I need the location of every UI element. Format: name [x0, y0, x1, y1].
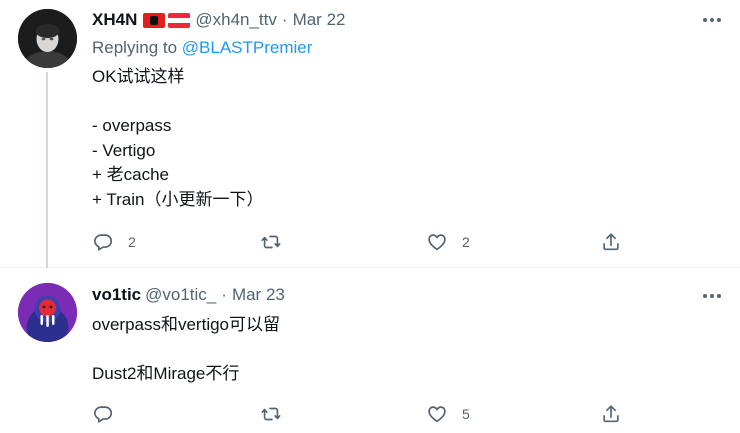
avatar-vo1tic-image — [18, 283, 77, 342]
tweet-date[interactable]: Mar 22 — [293, 10, 346, 30]
reply-bubble-icon — [94, 234, 113, 251]
like-count: 5 — [462, 406, 470, 422]
display-name[interactable]: vo1tic — [92, 285, 141, 305]
retweet-icon — [261, 235, 281, 249]
tweet-actions: 2 2 — [92, 230, 632, 254]
handle[interactable]: @vo1tic_ — [145, 285, 216, 305]
retweet-icon — [261, 407, 281, 421]
reply-count: 2 — [128, 234, 136, 250]
like-button[interactable]: 2 — [426, 230, 470, 254]
display-name[interactable]: XH4N — [92, 10, 137, 30]
more-dots-icon[interactable] — [700, 12, 724, 28]
reply-button[interactable]: 2 — [92, 230, 136, 254]
separator-dot: · — [281, 10, 288, 29]
tweet-header: XH4N @xh4n_ttv · Mar 22 — [92, 9, 345, 31]
avatar[interactable] — [18, 283, 77, 342]
more-dots-icon[interactable] — [700, 288, 724, 304]
tweet-text: OK试试这样 - overpass - Vertigo + 老cache + T… — [92, 67, 264, 209]
heart-icon — [428, 406, 446, 423]
handle[interactable]: @xh4n_ttv — [195, 10, 277, 30]
replying-to-label: Replying to — [92, 38, 182, 57]
austria-flag-icon — [168, 12, 191, 28]
share-icon — [603, 233, 619, 251]
thread-line — [46, 72, 48, 268]
like-count: 2 — [462, 234, 470, 250]
share-icon — [603, 405, 619, 423]
tweet-header: vo1tic @vo1tic_ · Mar 23 — [92, 284, 285, 306]
avatar-xh4n-image — [18, 9, 77, 68]
share-button[interactable] — [600, 402, 622, 426]
avatar[interactable] — [18, 9, 77, 68]
reply-bubble-icon — [94, 406, 113, 423]
albania-flag-icon — [143, 12, 166, 28]
replying-to: Replying to @BLASTPremier — [92, 38, 312, 58]
tweet-date[interactable]: Mar 23 — [232, 285, 285, 305]
separator-dot: · — [221, 285, 227, 304]
share-button[interactable] — [600, 230, 622, 254]
tweet-actions: 5 — [92, 402, 632, 426]
tweet-xh4n[interactable]: XH4N @xh4n_ttv · Mar 22 Replying to @BLA… — [0, 0, 740, 268]
like-button[interactable]: 5 — [426, 402, 470, 426]
heart-icon — [428, 234, 446, 251]
reply-button[interactable] — [92, 402, 128, 426]
flag-emojis — [143, 12, 191, 28]
mention-link[interactable]: @BLASTPremier — [182, 38, 313, 57]
retweet-button[interactable] — [260, 402, 296, 426]
tweet-text: overpass和vertigo可以留 Dust2和Mirage不行 — [92, 315, 281, 383]
retweet-button[interactable] — [260, 230, 296, 254]
